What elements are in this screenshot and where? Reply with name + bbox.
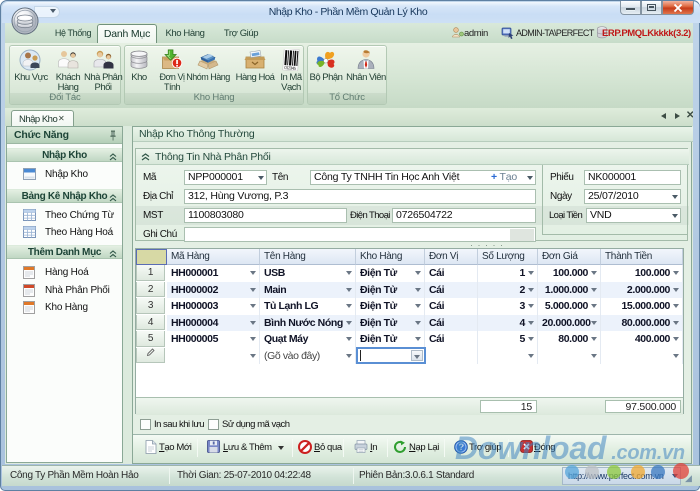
svg-text:?: ? — [458, 442, 463, 452]
svg-text:012345: 012345 — [284, 65, 297, 71]
